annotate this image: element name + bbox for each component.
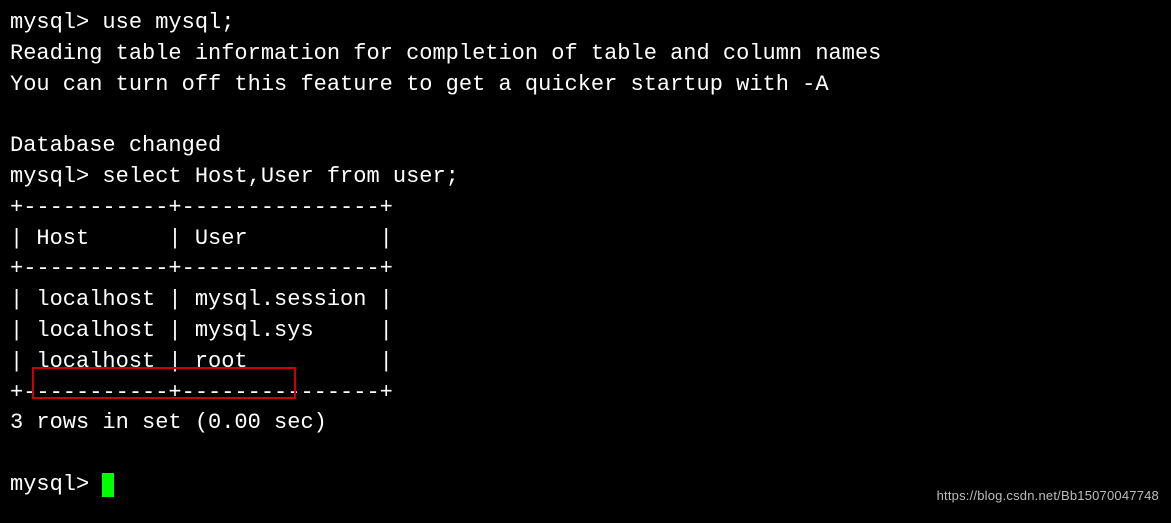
db-changed-line: Database changed xyxy=(10,131,1161,162)
cursor-icon xyxy=(102,473,114,497)
result-summary: 3 rows in set (0.00 sec) xyxy=(10,408,1161,439)
blank-line xyxy=(10,100,1161,131)
info-line-1: Reading table information for completion… xyxy=(10,39,1161,70)
prompt: mysql> xyxy=(10,10,102,35)
info-line-2: You can turn off this feature to get a q… xyxy=(10,70,1161,101)
command-line-2: mysql> select Host,User from user; xyxy=(10,162,1161,193)
table-border-bottom: +-----------+---------------+ xyxy=(10,378,1161,409)
table-row: | localhost | mysql.session | xyxy=(10,285,1161,316)
terminal-output: mysql> use mysql; Reading table informat… xyxy=(10,8,1161,501)
table-header: | Host | User | xyxy=(10,224,1161,255)
table-row: | localhost | root | xyxy=(10,347,1161,378)
command-line-1: mysql> use mysql; xyxy=(10,8,1161,39)
table-border-mid: +-----------+---------------+ xyxy=(10,254,1161,285)
blank-line xyxy=(10,439,1161,470)
prompt: mysql> xyxy=(10,164,102,189)
watermark-text: https://blog.csdn.net/Bb15070047748 xyxy=(937,487,1159,505)
command-text: select Host,User from user; xyxy=(102,164,458,189)
table-border-top: +-----------+---------------+ xyxy=(10,193,1161,224)
prompt: mysql> xyxy=(10,472,102,497)
command-text: use mysql; xyxy=(102,10,234,35)
table-row: | localhost | mysql.sys | xyxy=(10,316,1161,347)
